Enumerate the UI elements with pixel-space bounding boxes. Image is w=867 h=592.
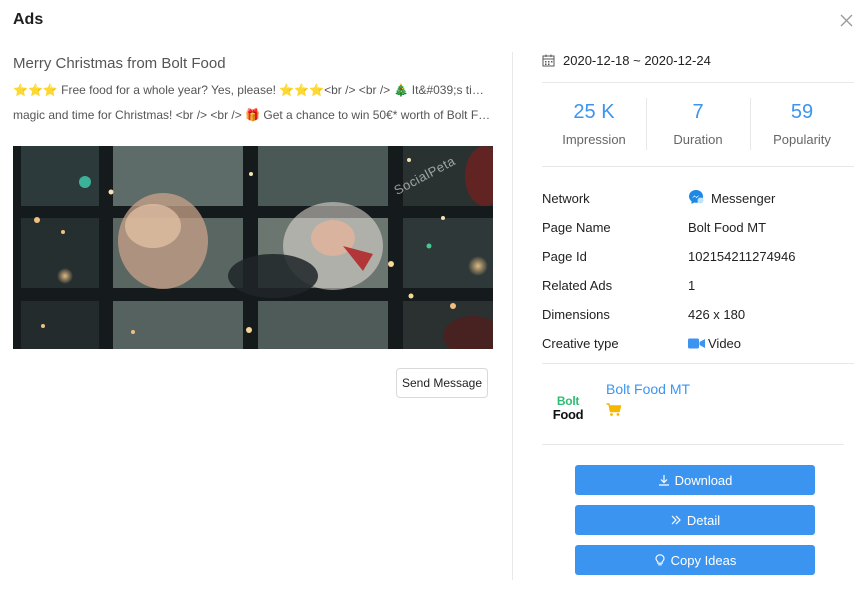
detail-button[interactable]: Detail bbox=[575, 505, 815, 535]
detail-row-page-id: Page Id 102154211274946 bbox=[542, 242, 852, 271]
ad-body-text: ⭐⭐⭐ Free food for a whole year? Yes, ple… bbox=[13, 78, 491, 128]
detail-value: 102154211274946 bbox=[688, 249, 796, 264]
detail-key: Related Ads bbox=[542, 278, 613, 293]
divider bbox=[542, 444, 844, 445]
detail-value: 1 bbox=[688, 278, 696, 293]
column-divider bbox=[512, 52, 513, 580]
modal-title: Ads bbox=[13, 11, 44, 28]
detail-key: Creative type bbox=[542, 336, 619, 351]
shopping-cart-icon bbox=[606, 403, 622, 416]
ad-body-line: ⭐⭐⭐ Free food for a whole year? Yes, ple… bbox=[13, 83, 491, 97]
stat-value: 25 K bbox=[573, 101, 615, 123]
advertiser-card: Bolt Food Bolt Food MT bbox=[548, 380, 690, 428]
detail-row-page-name: Page Name Bolt Food MT bbox=[542, 213, 852, 242]
detail-row-related-ads: Related Ads 1 bbox=[542, 271, 852, 300]
close-icon[interactable] bbox=[840, 14, 853, 27]
detail-row-creative-type: Creative type Video bbox=[542, 329, 852, 358]
stat-label: Impression bbox=[562, 132, 626, 147]
divider bbox=[542, 166, 854, 167]
stats-bar: 25 K Impression 7 Duration 59 Popularity bbox=[542, 98, 854, 152]
detail-row-dimensions: Dimensions 426 x 180 bbox=[542, 300, 852, 329]
detail-value: 426 x 180 bbox=[688, 307, 746, 322]
stat-duration: 7 Duration bbox=[646, 98, 750, 152]
ad-video-preview[interactable]: SocialPeta bbox=[13, 146, 493, 349]
stat-label: Duration bbox=[673, 132, 723, 147]
detail-value: Video bbox=[688, 336, 741, 351]
date-range: 2020-12-18 ~ 2020-12-24 bbox=[542, 53, 711, 68]
detail-key: Network bbox=[542, 191, 590, 206]
ad-details-list: Network Messenger Page Name Bolt Food MT… bbox=[542, 184, 852, 358]
detail-value: Messenger bbox=[688, 189, 776, 206]
download-button[interactable]: Download bbox=[575, 465, 815, 495]
stat-label: Popularity bbox=[773, 132, 831, 147]
date-range-text: 2020-12-18 ~ 2020-12-24 bbox=[563, 53, 711, 68]
detail-key: Page Name bbox=[542, 220, 611, 235]
creative-type-name: Video bbox=[708, 336, 742, 351]
stat-impression: 25 K Impression bbox=[542, 98, 646, 152]
download-icon bbox=[658, 475, 669, 486]
logo-text: Bolt bbox=[556, 393, 580, 408]
detail-label: Detail bbox=[686, 512, 721, 528]
network-name: Messenger bbox=[711, 191, 776, 206]
lightbulb-icon bbox=[655, 554, 665, 566]
stat-popularity: 59 Popularity bbox=[750, 98, 854, 152]
detail-row-network: Network Messenger bbox=[542, 184, 852, 213]
divider bbox=[542, 363, 854, 364]
copy-ideas-label: Copy Ideas bbox=[670, 552, 737, 568]
advertiser-info: Bolt Food MT bbox=[606, 380, 690, 428]
download-label: Download bbox=[674, 472, 733, 488]
ad-headline: Merry Christmas from Bolt Food bbox=[13, 55, 226, 72]
messenger-icon bbox=[689, 189, 704, 204]
detail-value: Bolt Food MT bbox=[688, 220, 767, 235]
video-icon bbox=[688, 338, 705, 349]
advertiser-logo: Bolt Food bbox=[548, 388, 588, 428]
divider bbox=[542, 82, 854, 83]
detail-key: Dimensions bbox=[542, 307, 610, 322]
ad-body-line: magic and time for Christmas! <br /> <br… bbox=[13, 108, 491, 122]
detail-key: Page Id bbox=[542, 249, 587, 264]
stat-value: 59 bbox=[790, 101, 814, 123]
copy-ideas-button[interactable]: Copy Ideas bbox=[575, 545, 815, 575]
send-message-button[interactable]: Send Message bbox=[396, 368, 488, 398]
advertiser-name-link[interactable]: Bolt Food MT bbox=[606, 380, 690, 398]
double-chevron-right-icon bbox=[671, 515, 681, 525]
calendar-icon bbox=[542, 54, 555, 67]
logo-text: Food bbox=[552, 406, 584, 422]
stat-value: 7 bbox=[692, 101, 704, 123]
